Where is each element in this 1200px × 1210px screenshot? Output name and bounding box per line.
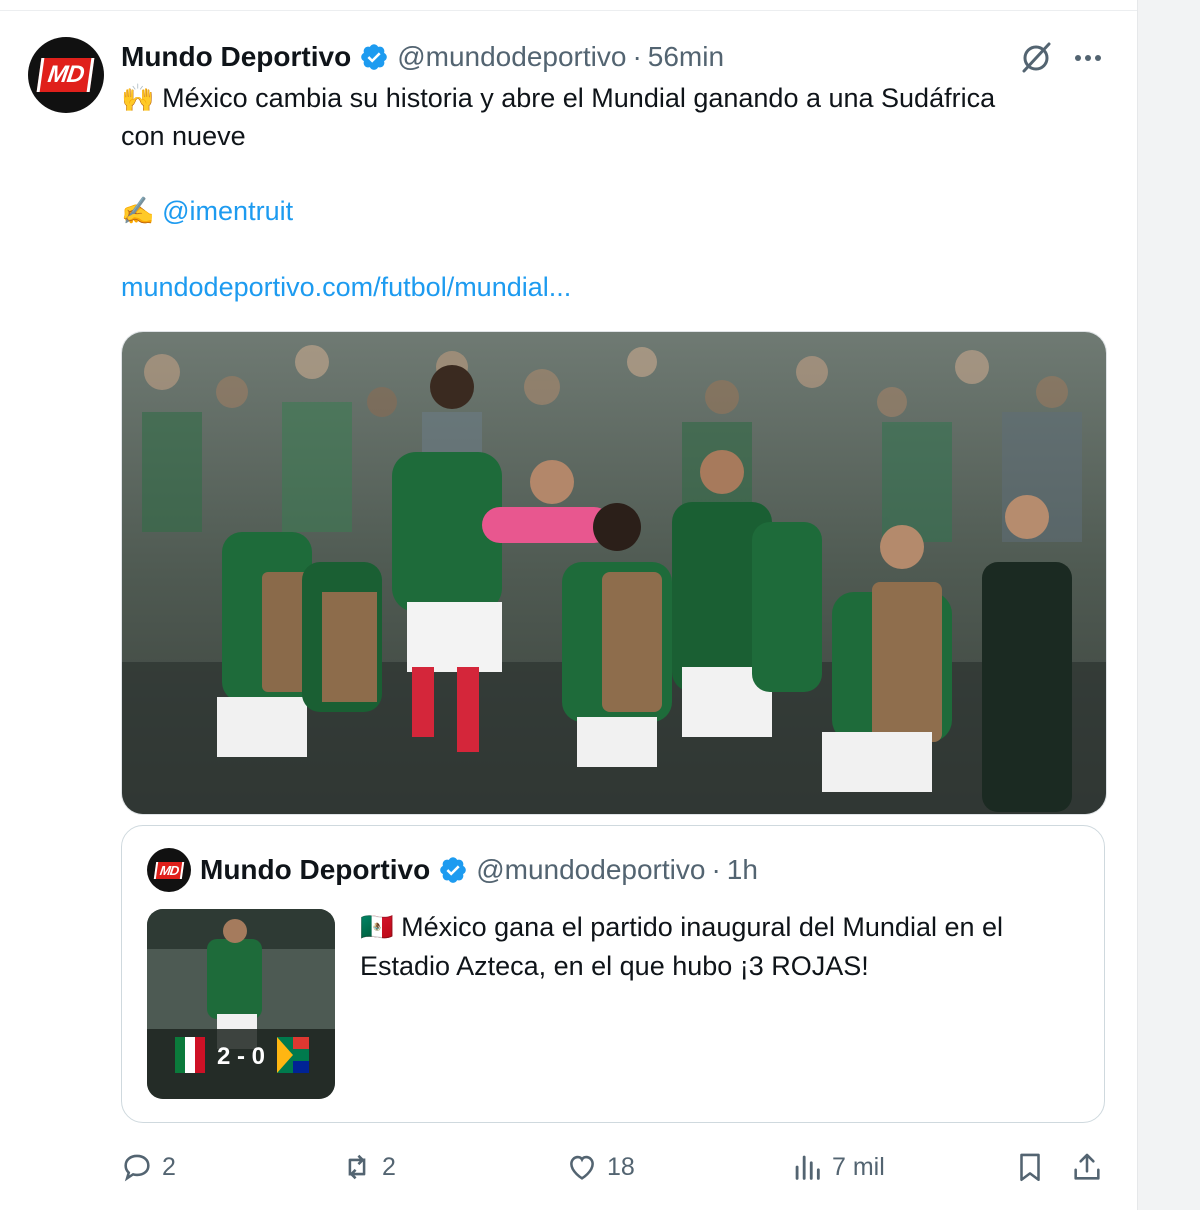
tweet-header: Mundo Deportivo @mundodeportivo · 56min (121, 38, 724, 76)
match-graphic: 2 - 0 (147, 909, 335, 1099)
md-logo: MD (36, 58, 96, 92)
author-name[interactable]: Mundo Deportivo (121, 41, 351, 73)
quoted-tweet[interactable]: MD Mundo Deportivo @mundodeportivo · 1h (121, 825, 1105, 1123)
views-icon (795, 1155, 820, 1180)
verified-badge-icon (361, 44, 388, 70)
more-icon[interactable] (1072, 44, 1104, 72)
quote-thumbnail[interactable]: 2 - 0 (147, 909, 335, 1099)
like-count: 18 (607, 1152, 635, 1181)
separator-dot: · (632, 41, 642, 72)
separator-dot: · (711, 854, 721, 885)
verified-badge-icon (440, 857, 467, 883)
bookmark-icon (1020, 1153, 1040, 1182)
author-avatar[interactable]: MD (28, 37, 104, 113)
quote-text-line-2: Estadio Azteca, en el que hubo ¡3 ROJAS! (360, 951, 869, 981)
quote-timestamp[interactable]: 1h (727, 854, 758, 886)
tweet-text-line-1: 🙌 México cambia su historia y abre el Mu… (121, 83, 996, 113)
writing-hand-emoji: ✍️ (121, 196, 155, 226)
reply-button[interactable]: 2 (120, 1142, 176, 1192)
quote-header: Mundo Deportivo @mundodeportivo · 1h (200, 852, 758, 888)
quote-author-name[interactable]: Mundo Deportivo (200, 854, 430, 886)
divider (0, 10, 1137, 11)
heart-icon (570, 1155, 594, 1180)
reply-count: 2 (162, 1152, 176, 1181)
repost-icon (348, 1154, 366, 1180)
tweet-text-line-2: con nueve (121, 121, 246, 151)
quote-author-avatar[interactable]: MD (147, 848, 191, 892)
repost-count: 2 (382, 1152, 396, 1181)
bookmark-button[interactable] (1013, 1142, 1047, 1192)
repost-button[interactable]: 2 (340, 1142, 396, 1192)
right-panel-edge (1137, 0, 1200, 1210)
mention-link[interactable]: @imentruit (162, 196, 293, 226)
tweet-timestamp[interactable]: 56min (648, 41, 724, 73)
tweet-mention-line: ✍️ @imentruit (121, 192, 293, 230)
author-handle[interactable]: @mundodeportivo (397, 41, 626, 73)
share-button[interactable] (1070, 1142, 1104, 1192)
thumb-score: 2 - 0 (217, 1043, 265, 1070)
grok-icon[interactable] (1018, 40, 1054, 76)
md-logo-small: MD (153, 861, 185, 879)
article-link[interactable]: mundodeportivo.com/futbol/mundial... (121, 268, 571, 306)
reply-icon (124, 1154, 150, 1182)
like-button[interactable]: 18 (565, 1142, 635, 1192)
tweet-photo[interactable] (121, 331, 1107, 815)
views-count: 7 mil (832, 1152, 885, 1181)
views-button[interactable]: 7 mil (790, 1142, 885, 1192)
action-bar: 2 2 18 7 mil (0, 1142, 1137, 1192)
tweet[interactable]: MD Mundo Deportivo @mundodeportivo · 56m… (0, 0, 1137, 1210)
quote-text-line-1: 🇲🇽 México gana el partido inaugural del … (360, 912, 1004, 942)
quote-author-handle[interactable]: @mundodeportivo (476, 854, 705, 886)
share-icon (1074, 1153, 1100, 1180)
celebration-photo (122, 332, 1106, 814)
